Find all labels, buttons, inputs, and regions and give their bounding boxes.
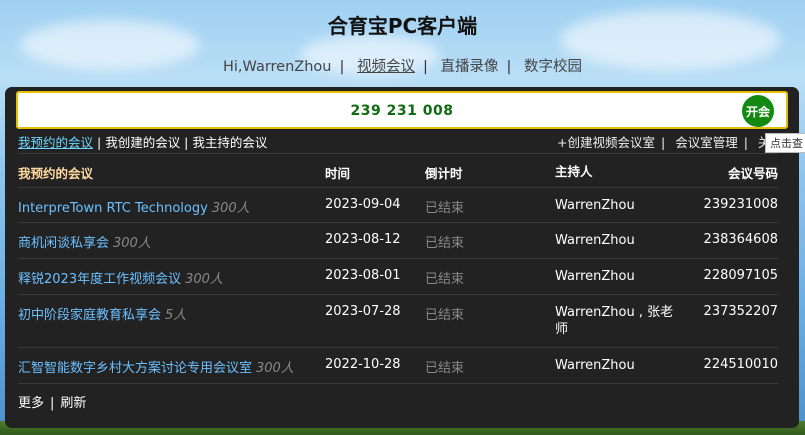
meeting-name-link[interactable]: 释锐2023年度工作视频会议 300人 (18, 268, 223, 287)
meeting-status: 已结束 (425, 201, 465, 216)
nav-digital-campus[interactable]: 数字校园 (516, 59, 590, 75)
meeting-status: 已结束 (425, 308, 465, 323)
table-footer: 更多 | 刷新 (18, 396, 87, 411)
meeting-id: 238364608 (703, 232, 778, 247)
nav-video-meeting[interactable]: 视频会议 (349, 59, 423, 75)
tooltip: 点击查 (765, 133, 805, 153)
more-link[interactable]: 更多 (18, 396, 44, 411)
meeting-time: 2022-10-28 (325, 357, 401, 372)
meeting-name: 释锐2023年度工作视频会议 (18, 272, 182, 287)
capacity: 5人 (165, 308, 187, 323)
table-row[interactable]: 商机闲谈私享会 300人 2023-08-12 已结束 WarrenZhou 23… (18, 222, 778, 258)
meeting-name-link[interactable]: 初中阶段家庭教育私享会 5人 (18, 304, 186, 323)
meeting-name: 汇智智能数字乡村大方案讨论专用会议室 (18, 361, 253, 376)
create-meeting-room-link[interactable]: +创建视频会议室 (557, 135, 655, 150)
meeting-host: WarrenZhou (555, 198, 635, 213)
manage-rooms-link[interactable]: 会议室管理 (675, 135, 738, 150)
table-header: 我预约的会议 时间 倒计时 主持人 会议号码 (18, 153, 778, 187)
greeting-link[interactable]: Hi,WarrenZhou (215, 59, 339, 75)
table-row[interactable]: 汇智智能数字乡村大方案讨论专用会议室 300人 2022-10-28 已结束 Wa… (18, 347, 778, 384)
nav-live-recording[interactable]: 直播录像 (432, 59, 506, 75)
header-name: 我预约的会议 (18, 166, 94, 181)
meeting-name: 商机闲谈私享会 (18, 236, 110, 251)
start-meeting-button[interactable]: 开会 (742, 95, 774, 127)
table-row[interactable]: InterpreTown RTC Technology 300人 2023-09-… (18, 187, 778, 222)
meeting-status: 已结束 (425, 272, 465, 287)
meeting-id: 237352207 (703, 304, 778, 319)
top-nav: Hi,WarrenZhou | 视频会议 | 直播录像 | 数字校园 (0, 55, 805, 76)
meeting-host: WarrenZhou (555, 358, 635, 373)
capacity: 300人 (113, 236, 151, 251)
meeting-id: 239231008 (703, 197, 778, 212)
app-title: 合育宝PC客户端 (327, 14, 478, 38)
meeting-name: 初中阶段家庭教育私享会 (18, 308, 162, 323)
capacity: 300人 (211, 201, 250, 216)
tab-reserved[interactable]: 我预约的会议 (18, 135, 93, 150)
meeting-panel: 开会 我预约的会议 | 我创建的会议 | 我主持的会议 +创建视频会议室| 会议… (5, 87, 805, 428)
table-row[interactable]: 初中阶段家庭教育私享会 5人 2023-07-28 已结束 WarrenZhou … (18, 294, 778, 347)
meeting-time: 2023-08-01 (325, 268, 401, 283)
meeting-name-link[interactable]: 商机闲谈私享会 300人 (18, 232, 151, 251)
meeting-name: InterpreTown RTC Technology (18, 201, 208, 216)
header-time: 时间 (325, 166, 351, 181)
tab-hosted[interactable]: 我主持的会议 (192, 135, 267, 150)
meeting-time: 2023-07-28 (325, 304, 401, 319)
meeting-host: WarrenZhou , 张老师 (555, 305, 674, 337)
meeting-id: 224510010 (703, 357, 778, 372)
meeting-name-link[interactable]: 汇智智能数字乡村大方案讨论专用会议室 300人 (18, 357, 294, 376)
header-host: 主持人 (555, 164, 593, 179)
meeting-tabs: 我预约的会议 | 我创建的会议 | 我主持的会议 (18, 135, 268, 150)
refresh-link[interactable]: 刷新 (60, 396, 86, 411)
meeting-time: 2023-09-04 (325, 197, 401, 212)
header-countdown: 倒计时 (425, 166, 463, 181)
meeting-number-box: 开会 (16, 91, 788, 129)
tab-created[interactable]: 我创建的会议 (105, 135, 180, 150)
capacity: 300人 (256, 361, 294, 376)
meeting-actions: +创建视频会议室| 会议室管理| 关 (557, 132, 770, 151)
capacity: 300人 (185, 272, 223, 287)
meeting-time: 2023-08-12 (325, 232, 401, 247)
meeting-host: WarrenZhou (555, 269, 635, 284)
meeting-name-link[interactable]: InterpreTown RTC Technology 300人 (18, 197, 250, 216)
meeting-number-input[interactable] (18, 102, 786, 120)
meeting-table: 我预约的会议 时间 倒计时 主持人 会议号码 InterpreTown RTC … (18, 153, 778, 384)
meeting-status: 已结束 (425, 236, 465, 251)
meeting-host: WarrenZhou (555, 233, 635, 248)
table-row[interactable]: 释锐2023年度工作视频会议 300人 2023-08-01 已结束 Warren… (18, 258, 778, 294)
meeting-id: 228097105 (703, 268, 778, 283)
header-meeting-id: 会议号码 (727, 166, 778, 181)
meeting-status: 已结束 (425, 361, 465, 376)
